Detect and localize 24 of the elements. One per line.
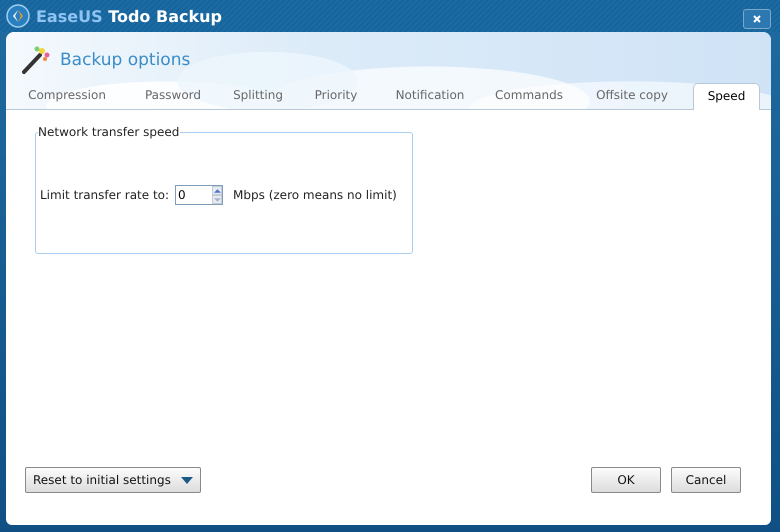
- ok-button[interactable]: OK: [591, 467, 661, 493]
- tab[interactable]: Commands: [481, 83, 577, 108]
- close-button[interactable]: [743, 9, 771, 29]
- tab[interactable]: Notification: [379, 83, 481, 108]
- tab[interactable]: Priority: [293, 83, 379, 108]
- tab[interactable]: Splitting: [223, 83, 293, 108]
- tab[interactable]: Speed: [693, 83, 760, 110]
- cancel-button[interactable]: Cancel: [671, 467, 741, 493]
- magic-wand-icon: [20, 45, 50, 75]
- spin-up-button[interactable]: [212, 186, 222, 195]
- reset-button[interactable]: Reset to initial settings: [25, 467, 201, 493]
- close-icon: [752, 14, 762, 24]
- number-spinner[interactable]: 0: [175, 185, 224, 205]
- field-label: Limit transfer rate to:: [40, 188, 170, 202]
- app-title: EaseUS Todo Backup: [36, 6, 222, 26]
- group-title: Network transfer speed: [38, 125, 180, 139]
- tab[interactable]: Offsite copy: [577, 83, 687, 108]
- unit-note: Mbps (zero means no limit): [233, 188, 397, 202]
- spin-down-button[interactable]: [212, 195, 222, 204]
- tab[interactable]: Password: [123, 83, 223, 108]
- app-logo-icon: [6, 4, 30, 28]
- caret-icon: [180, 476, 193, 484]
- page-title: Backup options: [60, 50, 190, 70]
- tab[interactable]: Compression: [11, 83, 123, 108]
